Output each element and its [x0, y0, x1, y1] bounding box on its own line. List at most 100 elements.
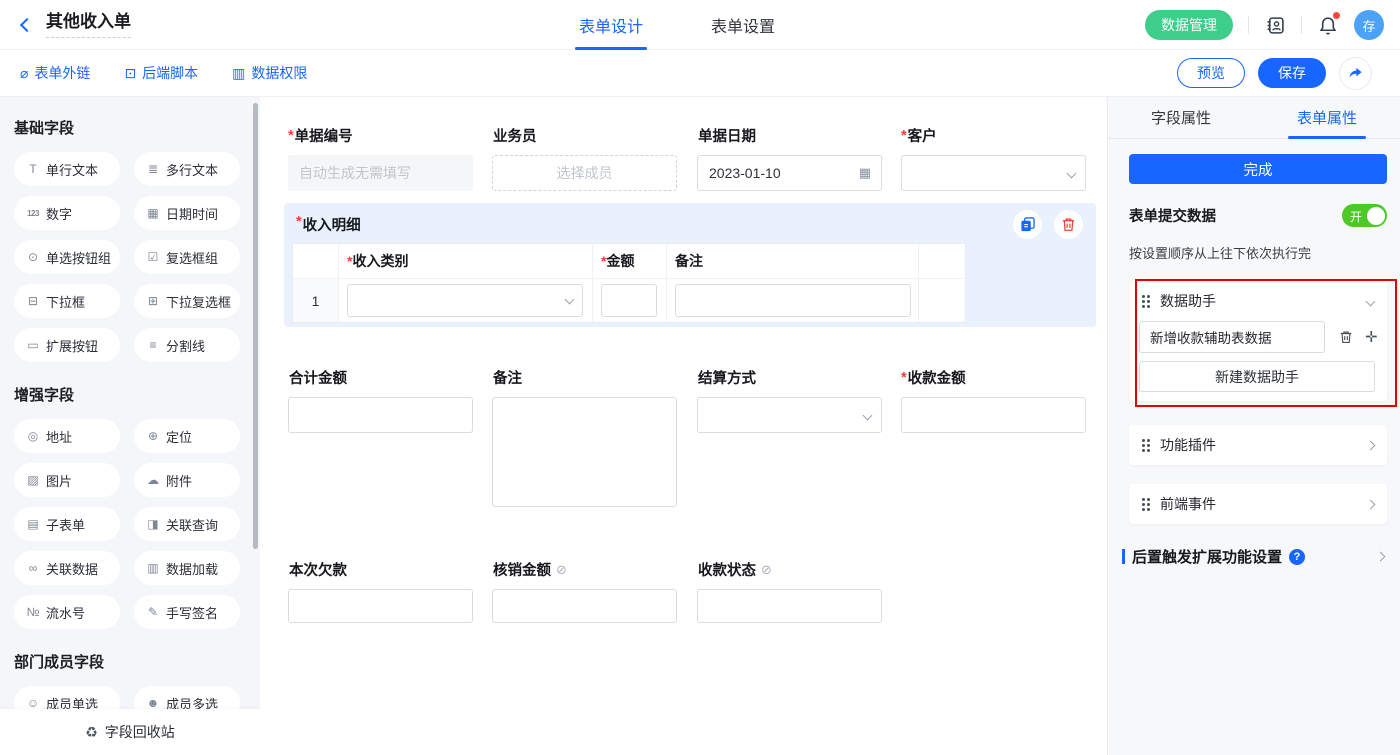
field-item-data-load[interactable]: ▥数据加载: [134, 551, 240, 585]
field-item-dropdown-multi[interactable]: ⊞下拉复选框: [134, 284, 240, 318]
image-icon: ▨: [26, 473, 40, 487]
income-detail-subform[interactable]: *收入明细 *收入类别 *金额 备注 1: [284, 203, 1096, 327]
assistant-name-input[interactable]: 新增收款辅助表数据: [1139, 321, 1325, 353]
chevron-right-icon: [1366, 499, 1376, 509]
contacts-icon[interactable]: [1264, 14, 1286, 36]
field-item-serial-number[interactable]: №流水号: [14, 595, 120, 629]
field-item-image[interactable]: ▨图片: [14, 463, 120, 497]
post-trigger-settings[interactable]: 后置触发扩展功能设置 ?: [1122, 546, 1384, 567]
calendar-icon: ▦: [859, 165, 871, 181]
backend-script-icon: ⊡: [124, 65, 136, 82]
field-item-dropdown[interactable]: ⊟下拉框: [14, 284, 120, 318]
field-item-signature[interactable]: ✎手写签名: [134, 595, 240, 629]
field-remark[interactable]: 备注: [492, 367, 677, 507]
copy-icon: [1020, 217, 1035, 232]
data-permission-button[interactable]: ▥ 数据权限: [232, 63, 307, 83]
field-item-multi-text[interactable]: ≣多行文本: [134, 152, 240, 186]
field-item-radio-group[interactable]: ⊙单选按钮组: [14, 240, 120, 274]
bill-number-input[interactable]: 自动生成无需填写: [288, 155, 473, 191]
avatar[interactable]: 存: [1354, 10, 1384, 40]
field-customer[interactable]: *客户: [901, 125, 1086, 191]
amount-input[interactable]: [601, 284, 657, 317]
recycle-icon: ♻: [85, 724, 98, 741]
field-item-checkbox-group[interactable]: ☑复选框组: [134, 240, 240, 274]
salesperson-picker[interactable]: 选择成员: [492, 155, 677, 191]
external-link-button[interactable]: ⌀ 表单外链: [20, 63, 90, 83]
serial-number-icon: №: [26, 605, 40, 619]
move-icon[interactable]: ✛: [1365, 328, 1378, 346]
plugin-section[interactable]: 功能插件: [1129, 425, 1387, 465]
sidebar-scrollbar[interactable]: [253, 103, 258, 549]
field-item-datetime[interactable]: ▦日期时间: [134, 196, 240, 230]
note-input[interactable]: [675, 284, 911, 317]
preview-button[interactable]: 预览: [1177, 58, 1245, 88]
save-button[interactable]: 保存: [1258, 58, 1326, 88]
share-button[interactable]: [1339, 57, 1372, 90]
field-item-subform[interactable]: ▤子表单: [14, 507, 120, 541]
member-single-icon: ☺: [26, 696, 40, 710]
copy-subform-button[interactable]: [1013, 210, 1042, 239]
submit-data-toggle[interactable]: 开: [1342, 204, 1387, 227]
delete-assistant-button[interactable]: [1339, 330, 1353, 344]
back-icon[interactable]: [20, 17, 34, 31]
income-category-select[interactable]: [347, 284, 583, 317]
locate-icon: ⊕: [146, 429, 160, 443]
current-debt-input[interactable]: [288, 589, 473, 623]
notification-bell-icon[interactable]: [1317, 14, 1339, 36]
field-writeoff-amount[interactable]: 核销金额⊘: [492, 559, 677, 623]
done-button[interactable]: 完成: [1129, 154, 1387, 184]
signature-icon: ✎: [146, 605, 160, 619]
remark-textarea[interactable]: [492, 397, 677, 507]
tab-form-properties[interactable]: 表单属性: [1254, 97, 1400, 138]
tab-field-properties[interactable]: 字段属性: [1108, 97, 1254, 138]
field-current-debt[interactable]: 本次欠款: [288, 559, 473, 623]
chevron-down-icon: [565, 295, 575, 305]
bill-date-input[interactable]: 2023-01-10▦: [697, 155, 882, 191]
field-item-related-query[interactable]: ◨关联查询: [134, 507, 240, 541]
drag-handle-icon[interactable]: [1142, 295, 1151, 308]
field-bill-number[interactable]: *单据编号 自动生成无需填写: [288, 125, 473, 191]
backend-script-button[interactable]: ⊡ 后端脚本: [124, 63, 198, 83]
tab-form-design[interactable]: 表单设计: [575, 0, 647, 50]
writeoff-amount-input[interactable]: [492, 589, 677, 623]
receipt-status-input[interactable]: [697, 589, 882, 623]
field-item-related-data[interactable]: ∞关联数据: [14, 551, 120, 585]
data-assistant-header[interactable]: 数据助手: [1129, 283, 1387, 319]
field-salesperson[interactable]: 业务员 选择成员: [492, 125, 677, 191]
chevron-down-icon[interactable]: [1366, 296, 1376, 306]
eye-hidden-icon: ⊘: [761, 562, 772, 578]
checkbox-group-icon: ☑: [146, 250, 160, 264]
field-received-amount[interactable]: *收款金额: [901, 367, 1086, 433]
section-title-basic-fields: 基础字段: [14, 117, 246, 138]
field-item-attachment[interactable]: ☁附件: [134, 463, 240, 497]
field-item-single-text[interactable]: T单行文本: [14, 152, 120, 186]
field-item-divider[interactable]: ≡分割线: [134, 328, 240, 362]
field-total-amount[interactable]: 合计金额: [288, 367, 473, 433]
field-item-address[interactable]: ◎地址: [14, 419, 120, 453]
settlement-method-select[interactable]: [697, 397, 882, 433]
field-item-number[interactable]: 123数字: [14, 196, 120, 230]
field-bill-date[interactable]: 单据日期 2023-01-10▦: [697, 125, 882, 191]
new-assistant-button[interactable]: 新建数据助手: [1139, 361, 1375, 392]
received-amount-input[interactable]: [901, 397, 1086, 433]
data-manage-button[interactable]: 数据管理: [1145, 10, 1233, 40]
tab-form-settings[interactable]: 表单设置: [707, 0, 779, 50]
section-title-member-fields: 部门成员字段: [14, 651, 246, 672]
drag-handle-icon[interactable]: [1142, 439, 1151, 452]
customer-select[interactable]: [901, 155, 1086, 191]
help-icon[interactable]: ?: [1289, 549, 1305, 565]
field-recycle-bin[interactable]: ♻ 字段回收站: [0, 709, 260, 755]
field-receipt-status[interactable]: 收款状态⊘: [697, 559, 882, 623]
field-item-extend-button[interactable]: ▭扩展按钮: [14, 328, 120, 362]
drag-handle-icon[interactable]: [1142, 498, 1151, 511]
data-assistant-item: 新增收款辅助表数据 ✛: [1139, 321, 1378, 353]
extend-button-icon: ▭: [26, 338, 40, 352]
field-item-locate[interactable]: ⊕定位: [134, 419, 240, 453]
form-title[interactable]: 其他收入单: [46, 11, 131, 38]
delete-subform-button[interactable]: [1054, 210, 1083, 239]
dropdown-icon: ⊟: [26, 294, 40, 308]
trash-icon: [1339, 330, 1353, 344]
field-settlement-method[interactable]: 结算方式: [697, 367, 882, 433]
frontend-event-section[interactable]: 前端事件: [1129, 484, 1387, 524]
total-amount-input[interactable]: [288, 397, 473, 433]
